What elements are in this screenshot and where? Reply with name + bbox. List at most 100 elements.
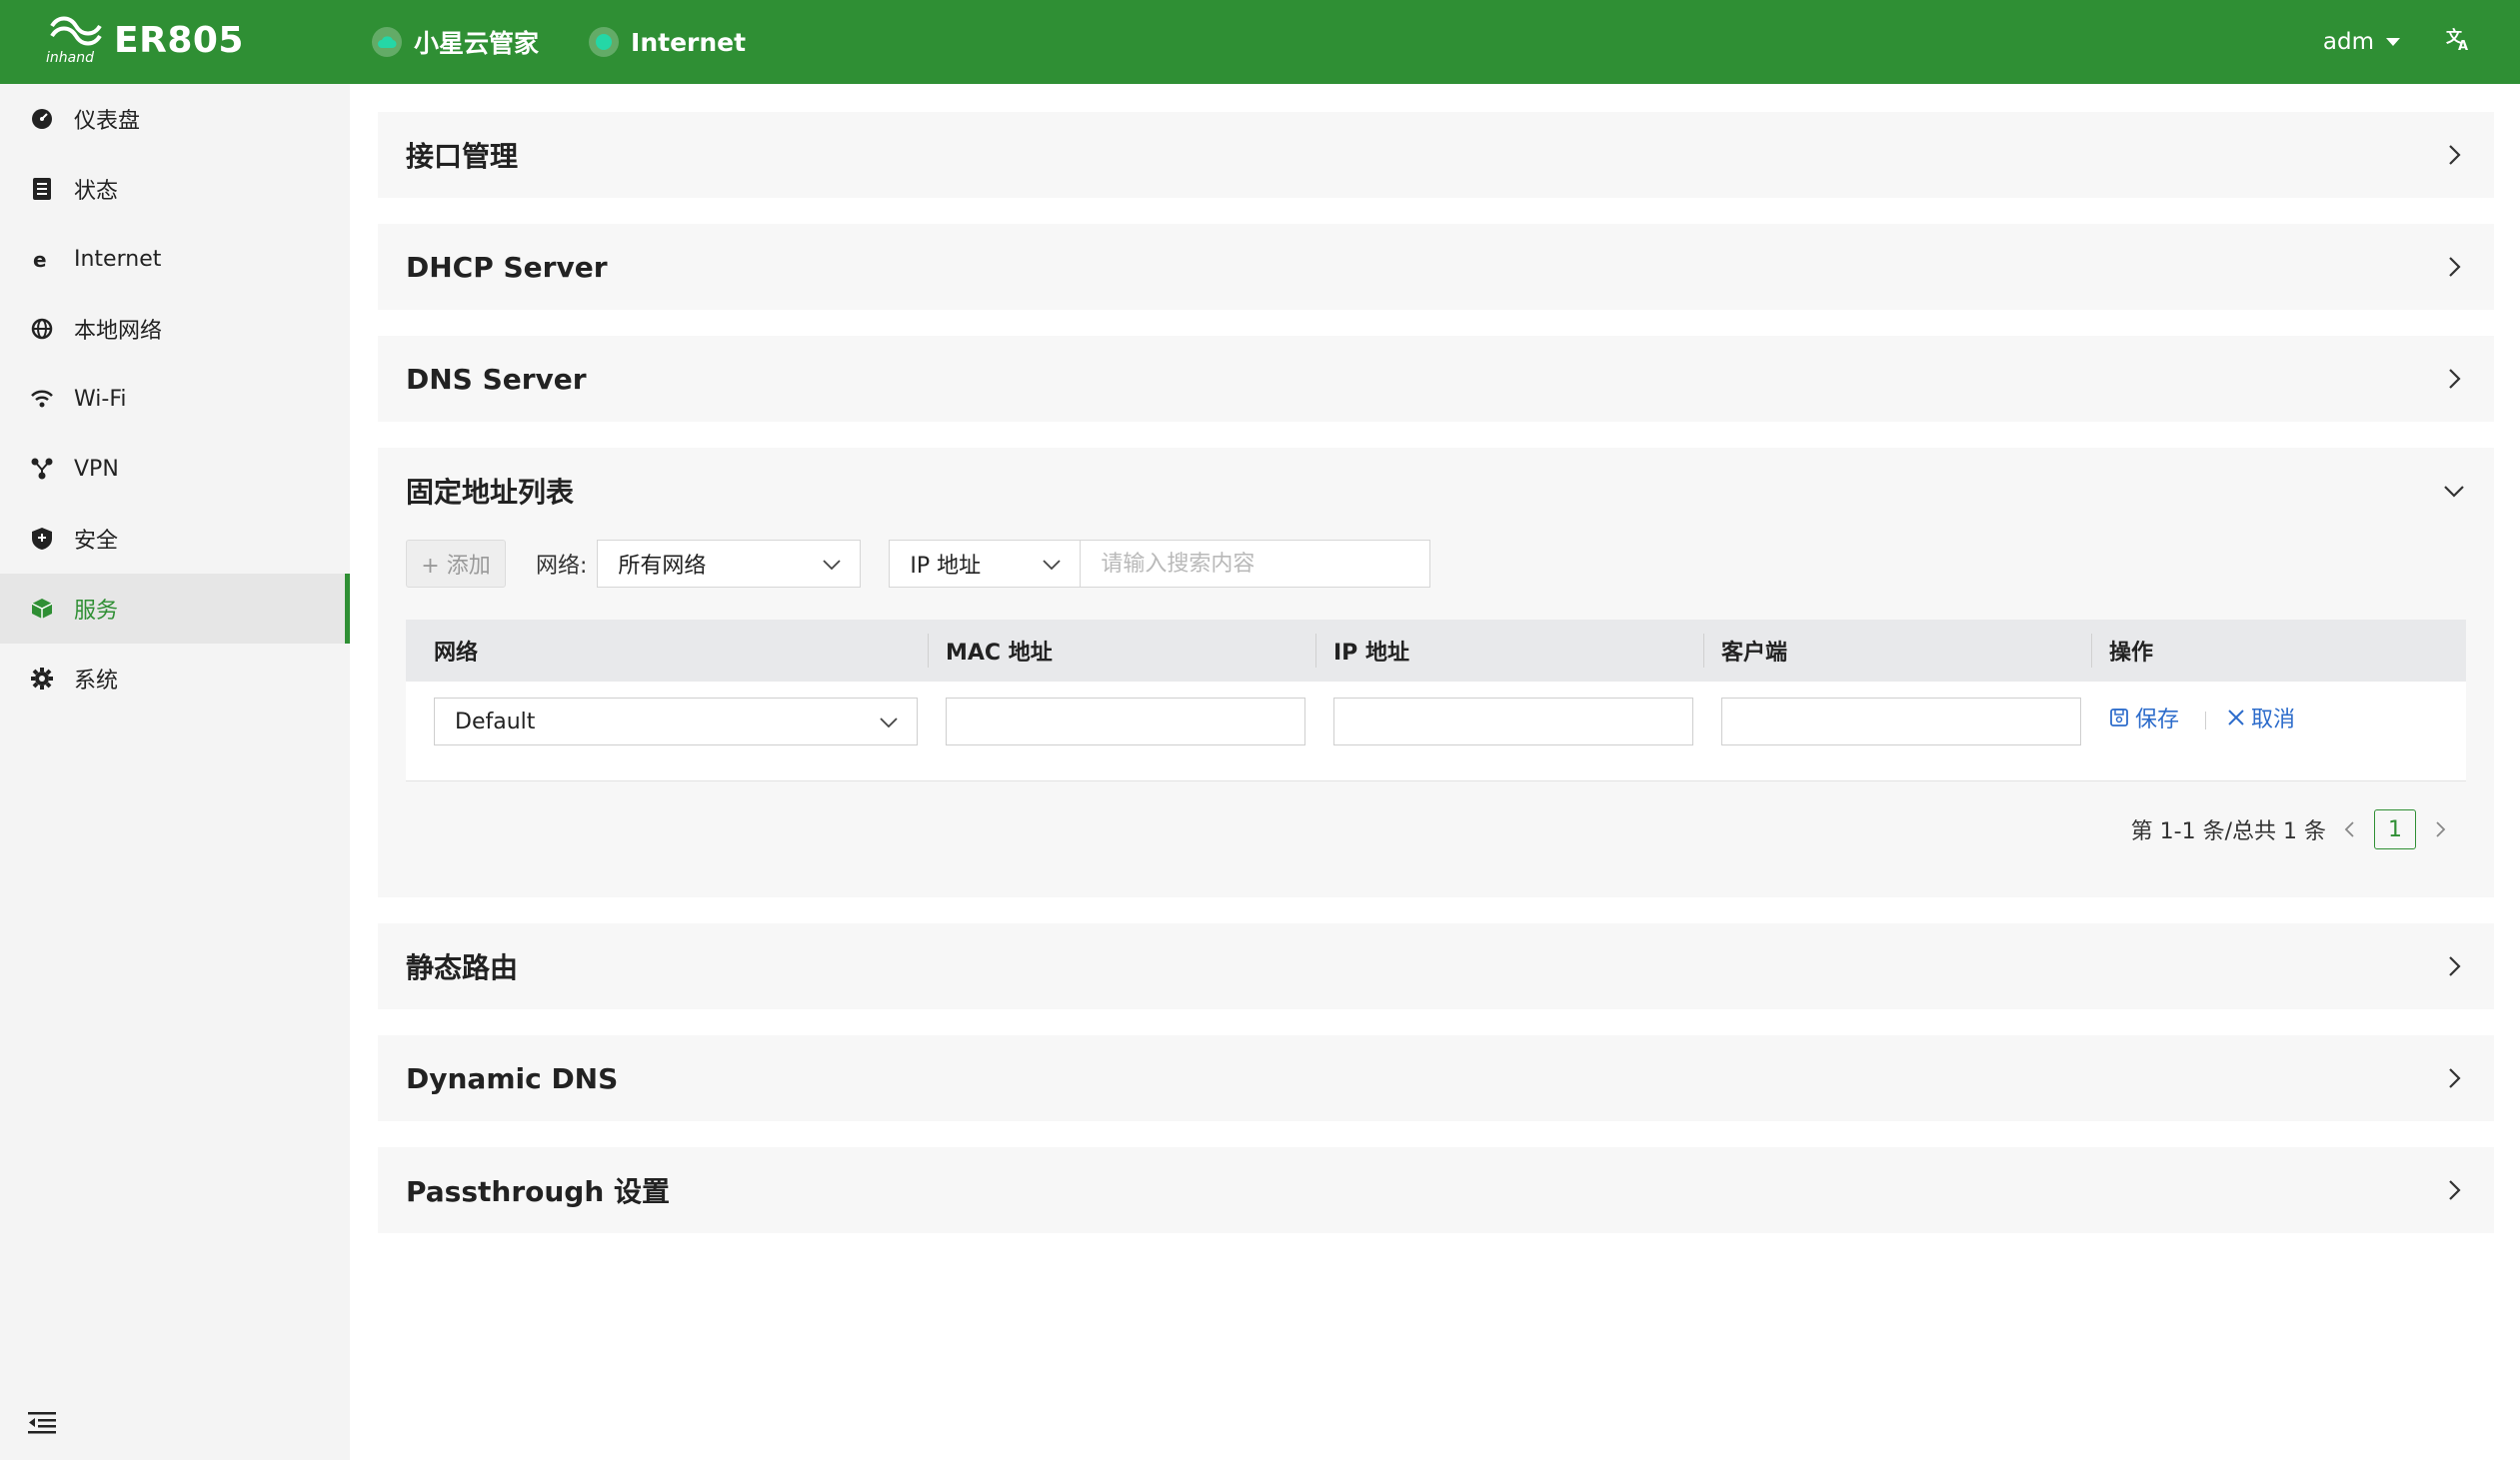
sidebar-item-status[interactable]: 状态 (0, 154, 350, 224)
svg-text:inhand: inhand (46, 50, 94, 66)
panel-static-address-list: 固定地址列表 + 添加 网络: 所有网络 IP 地址 网络 MAC (378, 448, 2494, 897)
sidebar-item-label: 仪表盘 (74, 109, 141, 134)
sidebar-item-label: 状态 (74, 179, 119, 204)
wifi-icon (30, 387, 54, 411)
sidebar-item-local-network[interactable]: 本地网络 (0, 294, 350, 364)
sidebar-item-label: Internet (74, 246, 162, 272)
panel-header[interactable]: 接口管理 (378, 112, 2494, 198)
panel-interface[interactable]: 接口管理 (378, 112, 2494, 198)
user-menu[interactable]: adm (2323, 29, 2400, 55)
sidebar-item-services[interactable]: 服务 (0, 574, 350, 644)
username: adm (2322, 29, 2374, 55)
panel-header[interactable]: 静态路由 (378, 923, 2494, 1009)
internet-icon: e (30, 247, 54, 271)
search-field-select[interactable]: IP 地址 (889, 540, 1082, 588)
translate-icon[interactable]: 文A (2446, 26, 2472, 58)
column-header-client: 客户端 (1721, 641, 1788, 666)
chevron-right-icon[interactable] (2430, 819, 2450, 839)
panel-header[interactable]: Passthrough 设置 (378, 1147, 2494, 1233)
network-filter-value: 所有网络 (618, 554, 707, 579)
status-icon (30, 177, 54, 201)
panel-passthrough[interactable]: Passthrough 设置 (378, 1147, 2494, 1233)
panel-title: DHCP Server (406, 250, 608, 284)
sidebar-item-security[interactable]: 安全 (0, 504, 350, 574)
status-dot-icon (589, 27, 620, 57)
nav-internet[interactable]: Internet (589, 27, 746, 57)
panel-title: 接口管理 (406, 140, 519, 173)
static-address-table: 网络 MAC 地址 IP 地址 客户端 操作 Default 保存 取消 (406, 620, 2466, 781)
chevron-right-icon (2449, 1068, 2461, 1088)
sidebar-item-wifi[interactable]: Wi-Fi (0, 364, 350, 434)
add-button[interactable]: + 添加 (406, 540, 506, 588)
sidebar-item-label: 安全 (74, 529, 119, 554)
chevron-right-icon (2449, 257, 2461, 277)
logo[interactable]: inhand ER805 (44, 14, 244, 66)
chevron-left-icon[interactable] (2340, 819, 2360, 839)
cancel-button[interactable]: 取消 (2227, 698, 2295, 737)
panel-title: Passthrough 设置 (406, 1175, 671, 1208)
table-row: Default 保存 取消 (406, 682, 2466, 781)
row-network-value: Default (455, 709, 536, 734)
column-header-actions: 操作 (2109, 641, 2154, 666)
chevron-down-icon (880, 718, 898, 729)
panel-dhcp-server[interactable]: DHCP Server (378, 224, 2494, 310)
chevron-right-icon (2449, 145, 2461, 165)
search-field-value: IP 地址 (910, 554, 982, 579)
column-header-mac: MAC 地址 (946, 641, 1053, 666)
inhand-logo-icon: inhand (44, 14, 108, 66)
save-icon (2110, 709, 2128, 727)
svg-text:A: A (2458, 39, 2468, 52)
table-header: 网络 MAC 地址 IP 地址 客户端 操作 (406, 620, 2466, 682)
panel-header[interactable]: 固定地址列表 (378, 448, 2494, 534)
dashboard-icon (30, 107, 54, 131)
client-input[interactable] (1721, 698, 2081, 745)
close-icon (2228, 710, 2244, 726)
network-filter-label: 网络: (536, 554, 588, 579)
chevron-right-icon (2449, 956, 2461, 976)
product-name: ER805 (114, 19, 244, 61)
network-filter-select[interactable]: 所有网络 (597, 540, 862, 588)
sidebar-item-system[interactable]: 系统 (0, 644, 350, 714)
gear-icon (30, 667, 54, 691)
sidebar: 仪表盘 状态 e Internet 本地网络 Wi-Fi VPN 安全 服务 系… (0, 84, 350, 1460)
pagination: 第 1-1 条/总共 1 条 1 (2131, 809, 2464, 849)
panel-title: Dynamic DNS (406, 1061, 619, 1095)
panel-dns-server[interactable]: DNS Server (378, 336, 2494, 422)
sidebar-item-dashboard[interactable]: 仪表盘 (0, 84, 350, 154)
cube-icon (30, 597, 54, 621)
pagination-summary: 第 1-1 条/总共 1 条 (2130, 819, 2326, 844)
caret-down-icon (2386, 38, 2400, 46)
cancel-label: 取消 (2251, 708, 2296, 732)
chevron-right-icon (2449, 1180, 2461, 1200)
panel-header[interactable]: Dynamic DNS (378, 1035, 2494, 1121)
list-toolbar: + 添加 网络: 所有网络 IP 地址 (406, 540, 1431, 588)
panel-static-route[interactable]: 静态路由 (378, 923, 2494, 1009)
panel-dynamic-dns[interactable]: Dynamic DNS (378, 1035, 2494, 1121)
top-bar: inhand ER805 小星云管家 Internet adm 文A (0, 0, 2520, 84)
cloud-icon (372, 27, 402, 57)
chevron-down-icon (1043, 560, 1062, 571)
sidebar-item-internet[interactable]: e Internet (0, 224, 350, 294)
column-header-network: 网络 (434, 641, 479, 666)
sidebar-item-vpn[interactable]: VPN (0, 434, 350, 504)
ip-address-input[interactable] (1333, 698, 1693, 745)
panel-header[interactable]: DHCP Server (378, 224, 2494, 310)
globe-icon (30, 317, 54, 341)
save-button[interactable]: 保存 (2109, 698, 2179, 737)
svg-text:e: e (33, 248, 47, 270)
panel-header[interactable]: DNS Server (378, 336, 2494, 422)
search-input[interactable] (1081, 540, 1431, 588)
nav-cloud-label: 小星云管家 (414, 29, 540, 58)
sidebar-item-label: 系统 (74, 669, 119, 694)
save-label: 保存 (2135, 708, 2180, 732)
page-number-button[interactable]: 1 (2374, 809, 2416, 849)
shield-icon (30, 527, 54, 551)
nav-cloud-manager[interactable]: 小星云管家 (372, 24, 539, 60)
column-header-ip: IP 地址 (1333, 641, 1409, 666)
panel-title: 固定地址列表 (406, 476, 575, 509)
search-group: IP 地址 (889, 540, 1431, 588)
menu-collapse-icon[interactable] (28, 1410, 56, 1434)
row-network-select[interactable]: Default (434, 698, 918, 745)
mac-address-input[interactable] (946, 698, 1305, 745)
sidebar-item-label: 本地网络 (74, 319, 163, 344)
